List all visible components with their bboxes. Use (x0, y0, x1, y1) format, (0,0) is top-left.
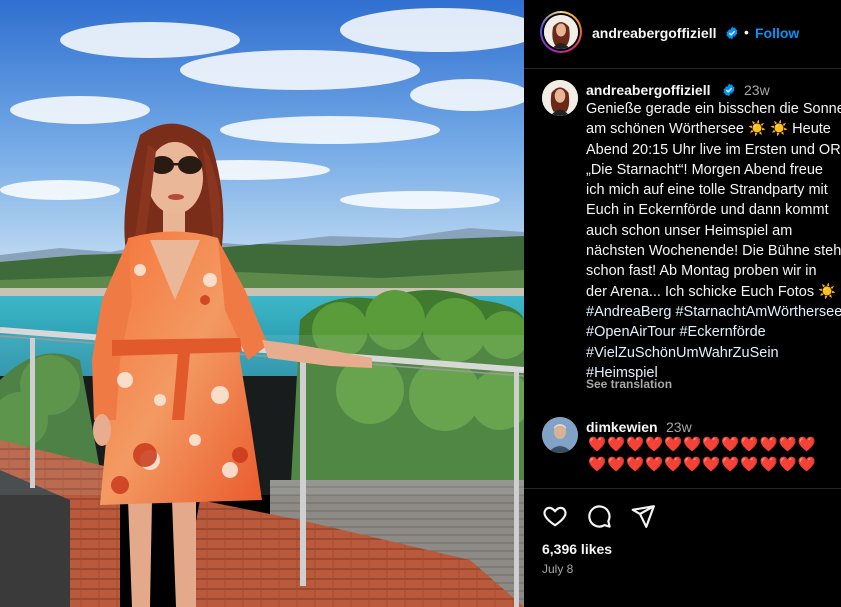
hashtag-link[interactable]: #AndreaBerg #StarnachtAmWörthersee (586, 302, 841, 322)
comment-username[interactable]: dimkewien (586, 419, 658, 435)
post-caption: Genieße gerade ein bisschen die Sonne am… (586, 99, 841, 383)
post-date[interactable]: July 8 (542, 562, 573, 576)
caption-line: Abend 20:15 Uhr live im Ersten und ORF (586, 141, 841, 158)
caption-line: „Die Starnacht“! Morgen Abend freue (586, 161, 823, 178)
comment-avatar[interactable] (542, 417, 578, 453)
verified-badge-icon (725, 26, 739, 45)
comment-text: ❤️❤️❤️❤️❤️❤️❤️❤️❤️❤️❤️❤️❤️❤️❤️❤️❤️❤️❤️❤️… (588, 437, 817, 473)
post-actions: 6,396 likes July 8 (524, 488, 841, 607)
post-sidebar: andreabergoffiziell • Follow andreabergo… (524, 0, 841, 607)
caption-line: Euch in Eckernförde und dann kommt (586, 202, 829, 219)
separator-dot: • (744, 24, 749, 40)
post-header: andreabergoffiziell • Follow (524, 0, 841, 69)
hashtag-link[interactable]: #VielZuSchönUmWahrZuSein (586, 343, 841, 363)
caption-line: ich mich auf eine tolle Strandparty mit (586, 182, 828, 199)
heart-outline-icon[interactable] (542, 503, 568, 534)
paper-plane-icon[interactable] (630, 503, 656, 534)
caption-line: am schönen Wörthersee ☀️ ☀️ Heute (586, 121, 831, 138)
hashtag-link[interactable]: #OpenAirTour #Eckernförde (586, 322, 841, 342)
comment-timestamp[interactable]: 23w (666, 419, 692, 435)
caption-line: auch schon unser Heimspiel am (586, 222, 793, 239)
caption-line: schon fast! Ab Montag proben wir in (586, 263, 817, 280)
post-photo[interactable] (0, 0, 524, 607)
comment-bubble-icon[interactable] (586, 503, 612, 534)
caption-username[interactable]: andreabergoffiziell (586, 82, 710, 98)
caption-line: der Arena... Ich schicke Euch Fotos ☀️ (586, 283, 837, 300)
caption-line: nächsten Wochenende! Die Bühne steht (586, 243, 841, 260)
follow-button[interactable]: Follow (755, 25, 799, 41)
see-translation-link[interactable]: See translation (586, 377, 672, 391)
likes-count[interactable]: 6,396 likes (542, 541, 612, 557)
avatar[interactable] (544, 15, 578, 49)
caption-avatar[interactable] (542, 80, 578, 116)
post-author-username[interactable]: andreabergoffiziell (592, 25, 716, 41)
caption-line: Genieße gerade ein bisschen die Sonne (586, 101, 841, 117)
caption-timestamp[interactable]: 23w (744, 82, 770, 98)
story-ring[interactable] (540, 11, 582, 53)
